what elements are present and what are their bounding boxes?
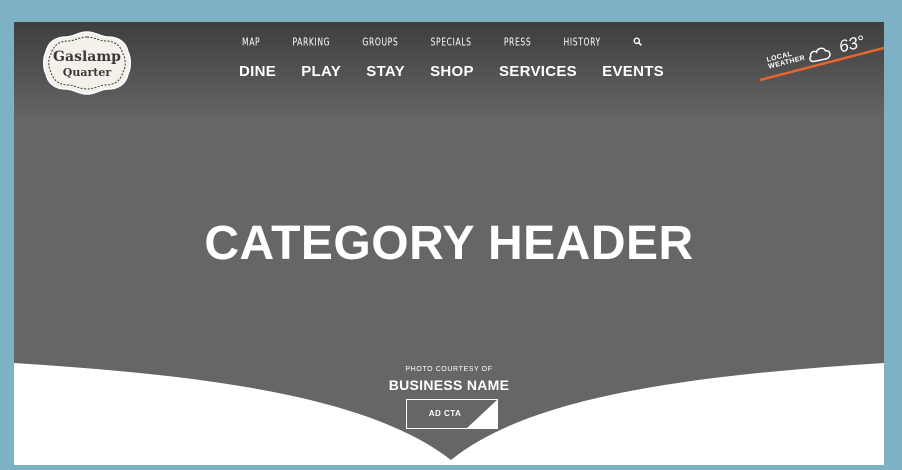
nav-groups-link[interactable]: GROUPS	[362, 37, 398, 50]
nav-shop-link[interactable]: SHOP	[430, 63, 474, 80]
frame-tab	[0, 228, 5, 242]
business-name[interactable]: BUSINESS NAME	[14, 377, 884, 393]
nav-play-link[interactable]: PLAY	[301, 63, 341, 80]
nav-dine-link[interactable]: DINE	[239, 63, 276, 80]
nav-services-link[interactable]: SERVICES	[499, 63, 577, 80]
ad-cta-button[interactable]: AD CTA	[406, 399, 498, 429]
cloud-icon	[809, 47, 831, 63]
cta-corner-triangle	[467, 400, 497, 428]
nav-stay-link[interactable]: STAY	[366, 63, 405, 80]
utility-nav: MAP PARKING GROUPS SPECIALS PRESS HISTOR…	[242, 36, 642, 50]
nav-events-link[interactable]: EVENTS	[602, 63, 664, 80]
nav-press-link[interactable]: PRESS	[504, 37, 531, 50]
nav-specials-link[interactable]: SPECIALS	[431, 37, 472, 50]
logo-text-line1: Gaslamp	[53, 49, 121, 65]
nav-history-link[interactable]: HISTORY	[564, 37, 601, 50]
category-header-title: CATEGORY HEADER	[204, 217, 694, 270]
gaslamp-logo[interactable]: Gaslamp Quarter	[38, 28, 136, 98]
nav-map-link[interactable]: MAP	[242, 37, 260, 50]
main-nav: DINE PLAY STAY SHOP SERVICES EVENTS	[239, 60, 664, 82]
page: Gaslamp Quarter MAP PARKING GROUPS SPECI…	[14, 22, 884, 465]
local-weather-widget[interactable]: LOCAL WEATHER 63°	[752, 26, 884, 90]
search-icon[interactable]	[633, 37, 642, 49]
logo-text-line2: Quarter	[63, 66, 112, 79]
photo-credit-label: PHOTO COURTESY OF	[405, 366, 493, 373]
nav-parking-link[interactable]: PARKING	[292, 37, 330, 50]
